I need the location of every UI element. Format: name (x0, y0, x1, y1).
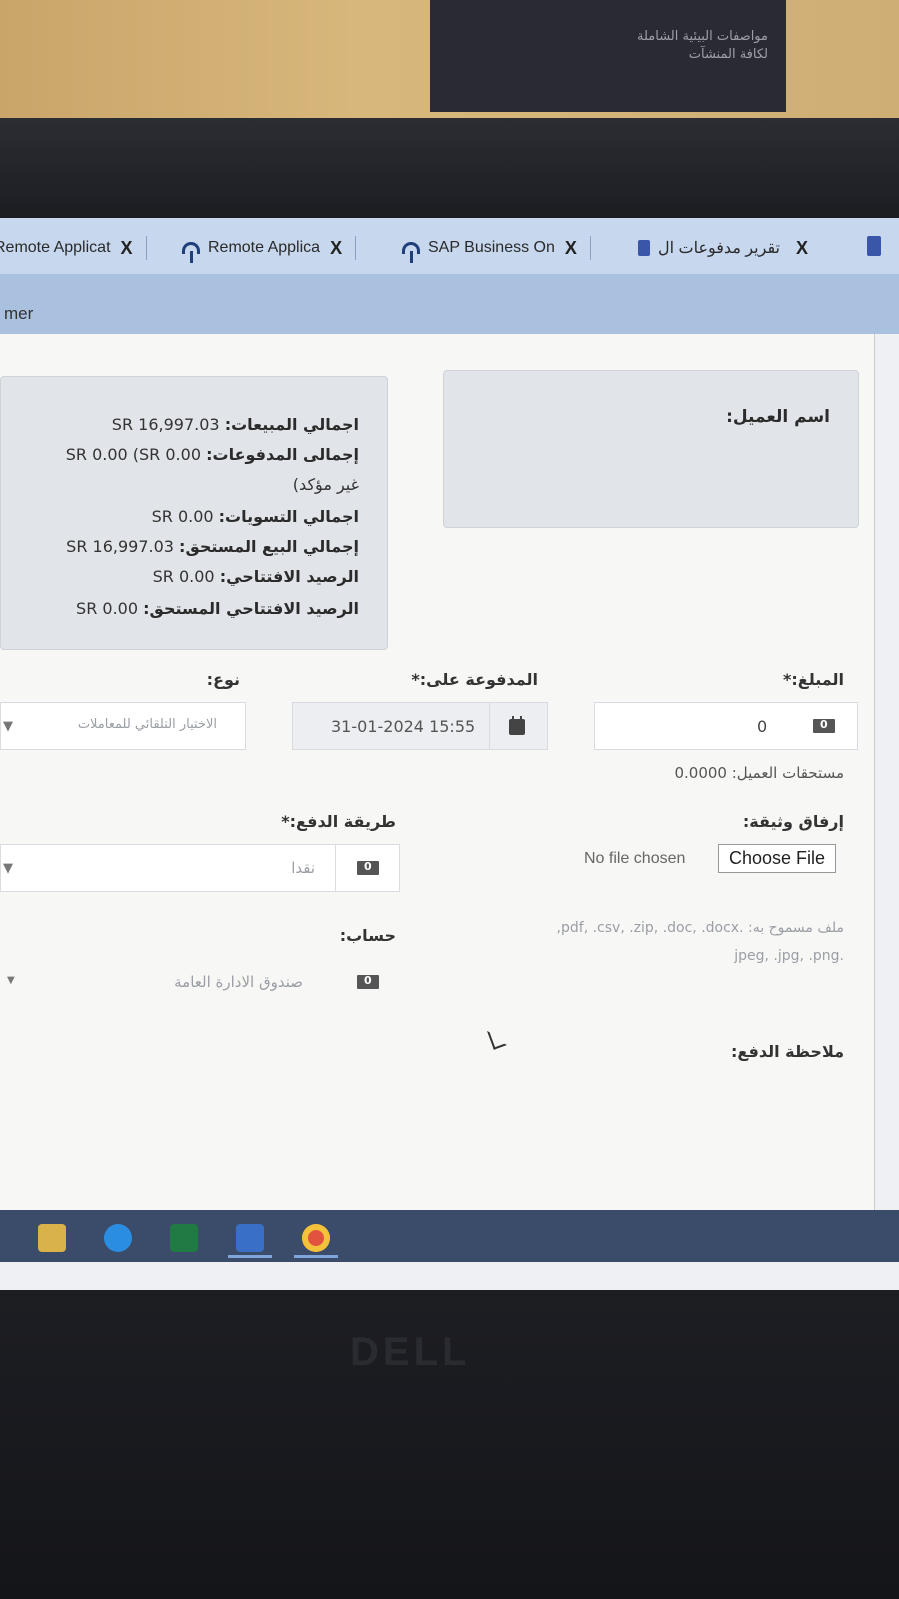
remote-app-taskbar-icon[interactable] (236, 1224, 264, 1252)
close-icon[interactable]: X (565, 238, 577, 259)
tab-divider (589, 236, 591, 260)
opening-balance-line: الرصيد الافتتاحي: SR 0.00 (153, 567, 359, 586)
customer-name-label: اسم العميل: (726, 407, 830, 427)
money-icon (357, 860, 379, 875)
total-payments-value: SR 0.00 (SR 0.00 (65, 445, 201, 464)
paid-on-label: المدفوعة على:* (411, 670, 538, 689)
type-select[interactable]: الاختيار التلقائي للمعاملات ▼ (0, 702, 246, 750)
remote-app-icon (182, 242, 200, 263)
total-sales-value: SR 16,997.03 (111, 415, 220, 434)
tab-divider (355, 236, 357, 260)
allowed-files-line-2: .jpeg, .jpg, .png (734, 948, 844, 964)
money-icon (813, 718, 835, 733)
payment-form-page: اجمالي المبيعات: SR 16,997.03 إجمالى الم… (0, 334, 875, 1210)
account-value: صندوق الادارة العامة (174, 973, 303, 991)
close-icon[interactable]: X (121, 238, 133, 259)
close-icon[interactable]: X (796, 238, 808, 259)
monitor-screen: Remote Applicat X Remote Applica X SAP B… (0, 218, 899, 1290)
tab-divider (145, 236, 147, 260)
type-placeholder: الاختيار التلقائي للمعاملات (77, 717, 217, 732)
opening-balance-label: الرصيد الافتتاحي: (219, 567, 359, 586)
tab-title: تقرير مدفوعات ال (658, 240, 780, 257)
paid-on-date-input[interactable]: 31-01-2024 15:55 (292, 702, 548, 750)
poster-line-1: مواصفات البيئية الشاملة (637, 29, 768, 44)
total-sale-due-value: SR 16,997.03 (66, 537, 174, 556)
allowed-files-line-1: ملف مسموح به: .pdf, .csv, .zip, .doc, .d… (556, 920, 844, 936)
browser-tab-bar: Remote Applicat X Remote Applica X SAP B… (0, 218, 899, 274)
total-payments-label: إجمالى المدفوعات: (206, 445, 359, 464)
close-icon[interactable]: X (330, 238, 342, 259)
app-toolbar: mer (0, 274, 899, 334)
tab-sap-business-one[interactable]: SAP Business On X (402, 228, 591, 268)
calendar-icon[interactable] (509, 716, 525, 735)
opening-balance-due-label: الرصيد الافتتاحي المستحق: (143, 599, 359, 618)
monitor-bezel-bottom: DELL (0, 1290, 899, 1599)
tab-remote-app-1[interactable]: Remote Applicat X (0, 228, 147, 268)
account-select[interactable]: صندوق الادارة العامة ▼ (0, 958, 400, 1006)
poster-line-2: لكافة المنشآت (688, 47, 768, 62)
attach-document-label: إرفاق وثيقة: (742, 812, 844, 831)
opening-balance-value: SR 0.00 (152, 567, 215, 586)
account-label: حساب: (339, 926, 396, 945)
tab-remote-app-2[interactable]: Remote Applica X (182, 228, 357, 268)
customer-name-panel: اسم العميل: (443, 370, 859, 528)
amount-value: 0 (757, 717, 768, 736)
opening-balance-due-line: الرصيد الافتتاحي المستحق: SR 0.00 (76, 599, 359, 618)
paid-on-value: 31-01-2024 15:55 (331, 717, 476, 736)
chrome-browser-icon[interactable] (302, 1224, 330, 1252)
customer-summary-panel: اجمالي المبيعات: SR 16,997.03 إجمالى الم… (0, 376, 388, 650)
input-divider (489, 703, 490, 749)
chevron-down-icon: ▼ (3, 861, 13, 876)
total-settlements-line: اجمالي التسويات: SR 0.00 (152, 507, 359, 526)
total-payments-line: إجمالى المدفوعات: SR 0.00 (SR 0.00 (66, 445, 359, 464)
active-app-indicator (228, 1255, 272, 1258)
payment-method-value: نقدا (291, 859, 315, 877)
new-tab-icon[interactable] (867, 236, 881, 256)
total-sale-due-label: إجمالي البيع المستحق: (179, 537, 359, 556)
amount-input[interactable]: 0 (594, 702, 858, 750)
chevron-down-icon: ▼ (3, 719, 13, 734)
payment-method-label: طريقة الدفع:* (281, 812, 396, 831)
payment-method-select[interactable]: نقدا ▼ (0, 844, 400, 892)
document-icon (638, 240, 650, 256)
money-icon (357, 974, 379, 989)
remote-app-icon (402, 242, 420, 263)
tab-title: Remote Applica (208, 239, 321, 256)
active-app-indicator (294, 1255, 338, 1258)
type-label: نوع: (206, 670, 240, 689)
excel-icon[interactable] (170, 1224, 198, 1252)
total-sale-due-line: إجمالي البيع المستحق: SR 16,997.03 (66, 537, 359, 556)
amount-label: المبلغ:* (783, 670, 844, 689)
unconfirmed-note: غير مؤكد) (292, 475, 359, 494)
tab-title: SAP Business On (428, 239, 555, 256)
total-settlements-label: اجمالي التسويات: (218, 507, 359, 526)
monitor-bezel-top (0, 118, 899, 218)
total-sales-label: اجمالي المبيعات: (224, 415, 359, 434)
breadcrumb: mer (4, 304, 34, 323)
windows-taskbar (0, 1210, 899, 1262)
no-file-chosen-text: No file chosen (584, 850, 686, 867)
total-sales-line: اجمالي المبيعات: SR 16,997.03 (112, 415, 359, 434)
input-divider (335, 845, 336, 891)
tab-title: Remote Applicat (0, 239, 111, 256)
wall-poster: مواصفات البيئية الشاملة لكافة المنشآت (430, 0, 786, 112)
file-explorer-icon[interactable] (38, 1224, 66, 1252)
tab-payments-report[interactable]: تقرير مدفوعات ال X (638, 228, 808, 268)
customer-dues: مستحقات العميل: 0.0000 (674, 764, 844, 782)
opening-balance-due-value: SR 0.00 (76, 599, 139, 618)
edge-browser-icon[interactable] (104, 1224, 132, 1252)
chevron-down-icon: ▼ (7, 975, 15, 986)
choose-file-button[interactable]: Choose File (718, 844, 837, 873)
dell-logo: DELL (350, 1330, 471, 1374)
mouse-cursor-icon (487, 1026, 507, 1050)
payment-note-label: ملاحظة الدفع: (731, 1042, 844, 1061)
total-settlements-value: SR 0.00 (151, 507, 214, 526)
